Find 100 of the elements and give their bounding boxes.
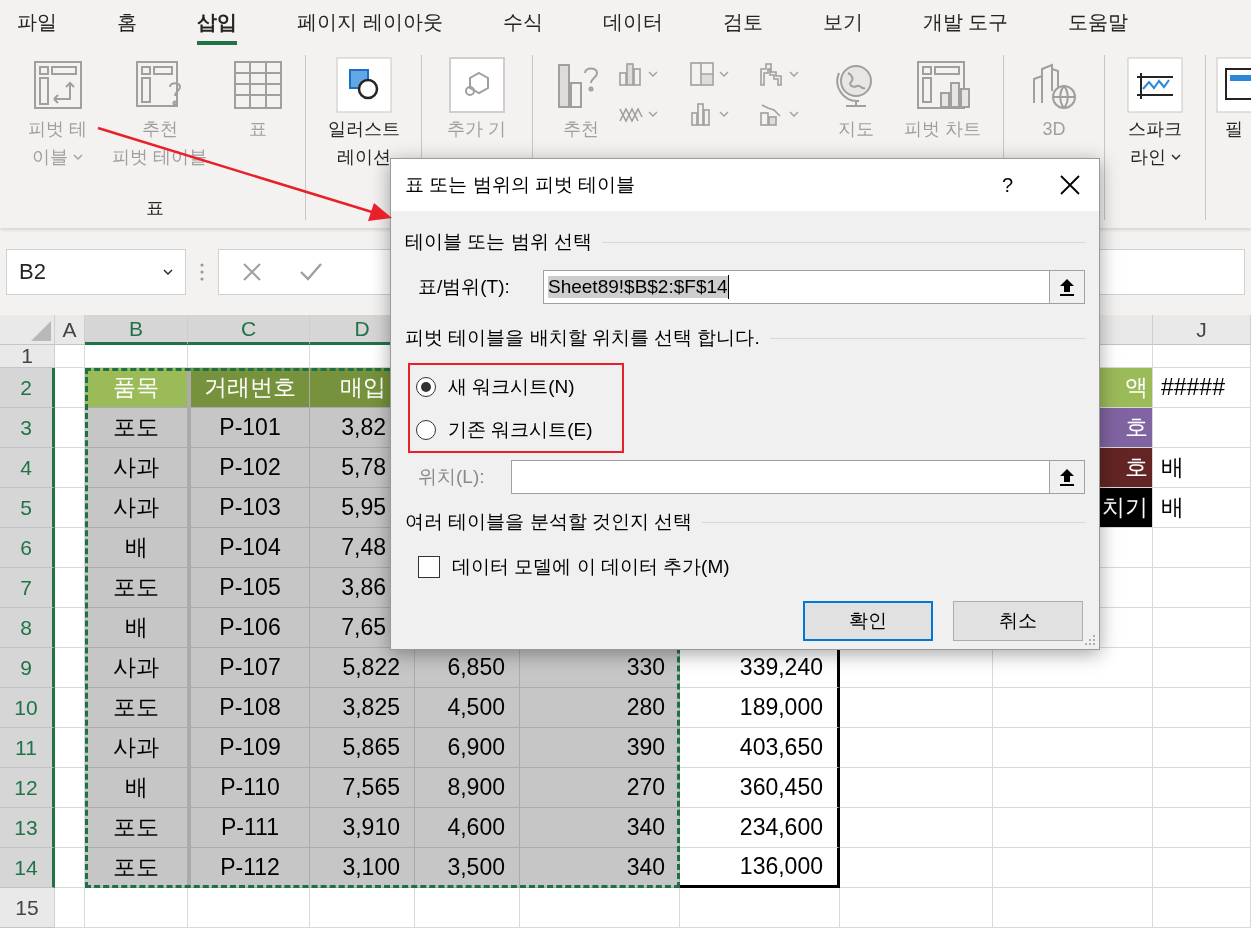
empty-cell[interactable] (840, 688, 993, 728)
check-icon[interactable] (299, 261, 323, 282)
row-header[interactable]: 2 (0, 368, 55, 408)
column-header[interactable]: J (1153, 315, 1251, 345)
row-header[interactable]: 14 (0, 848, 55, 888)
empty-cell[interactable] (840, 888, 993, 928)
row-header[interactable]: 7 (0, 568, 55, 608)
table-cell: 사과 (85, 728, 188, 768)
row-header[interactable]: 3 (0, 408, 55, 448)
close-icon[interactable] (1059, 174, 1081, 196)
table-cell: 280 (520, 688, 680, 728)
empty-cell[interactable] (1153, 568, 1251, 608)
dialog-title: 표 또는 범위의 피벗 테이블 (405, 173, 637, 197)
empty-cell[interactable] (188, 888, 310, 928)
column-header[interactable]: A (55, 315, 85, 345)
ribbon-button[interactable]: 일러스트 레이션 (316, 55, 411, 171)
menu-tab[interactable]: 보기 (822, 0, 863, 45)
empty-cell[interactable] (840, 728, 993, 768)
menu-tab[interactable]: 검토 (722, 0, 763, 45)
empty-cell[interactable] (1153, 648, 1251, 688)
empty-cell[interactable] (993, 728, 1153, 768)
menu-tab[interactable]: 수식 (502, 0, 543, 45)
table-cell: 340 (520, 848, 680, 888)
table-cell: 403,650 (680, 728, 840, 768)
collapse-button[interactable] (1049, 270, 1085, 304)
radio-icon[interactable] (416, 376, 436, 397)
column-header[interactable]: B (85, 315, 188, 345)
ribbon-button[interactable]: 스파크 라인 (1115, 55, 1195, 171)
empty-cell[interactable] (1153, 848, 1251, 888)
empty-cell[interactable] (840, 768, 993, 808)
ribbon-button[interactable]: 필 (1216, 55, 1251, 143)
radio-option[interactable]: 새 워크시트(N) (416, 365, 616, 408)
select-all-icon[interactable] (31, 321, 51, 341)
empty-cell[interactable] (993, 888, 1153, 928)
help-button[interactable]: ? (1001, 173, 1013, 197)
empty-cell[interactable] (1153, 888, 1251, 928)
empty-cell[interactable] (1153, 688, 1251, 728)
cancel-icon[interactable] (241, 260, 263, 283)
row-header[interactable]: 13 (0, 808, 55, 848)
caret-icon (73, 154, 83, 160)
field-label: 위치(L): (417, 465, 486, 489)
table-cell: 189,000 (680, 688, 840, 728)
radio-option[interactable]: 기존 워크시트(E) (416, 408, 616, 451)
field-label: 표/범위(T): (417, 275, 511, 299)
empty-cell[interactable] (993, 768, 1153, 808)
empty-cell[interactable] (680, 888, 840, 928)
empty-cell[interactable] (993, 688, 1153, 728)
radio-icon[interactable] (416, 419, 436, 440)
menu-tab[interactable]: 개발 도구 (922, 0, 1009, 45)
dialog-button[interactable]: 취소 (953, 601, 1083, 641)
table-cell: 136,000 (680, 848, 840, 888)
empty-cell[interactable] (993, 848, 1153, 888)
empty-cell[interactable] (1153, 728, 1251, 768)
empty-cell[interactable] (1153, 608, 1251, 648)
dialog-button[interactable]: 확인 (803, 601, 933, 641)
empty-cell[interactable] (85, 888, 188, 928)
empty-cell[interactable] (1153, 345, 1251, 368)
table-cell: 6,850 (415, 648, 520, 688)
menu-tab[interactable]: 파일 (17, 0, 57, 45)
table-cell: 배 (85, 528, 188, 568)
header-cell: 거래번호 (188, 368, 310, 408)
row-header[interactable]: 9 (0, 648, 55, 688)
location-field[interactable] (511, 460, 1050, 494)
table-cell: 배 (85, 608, 188, 648)
empty-cell[interactable] (1153, 808, 1251, 848)
shapes-icon (335, 57, 392, 113)
row-header[interactable]: 1 (0, 345, 55, 368)
name-box[interactable]: B2 (6, 248, 186, 295)
row-header[interactable]: 6 (0, 528, 55, 568)
row-header[interactable]: 11 (0, 728, 55, 768)
collapse-button[interactable] (1049, 460, 1085, 494)
empty-cell[interactable] (520, 888, 680, 928)
empty-cell[interactable] (840, 848, 993, 888)
grip-icon[interactable] (200, 262, 204, 281)
resize-grip-icon[interactable] (1084, 634, 1096, 646)
empty-cell[interactable] (310, 888, 415, 928)
column-header[interactable]: C (188, 315, 310, 345)
range-field[interactable]: Sheet89!$B$2:$F$14 (543, 270, 1050, 304)
empty-cell[interactable] (1153, 528, 1251, 568)
empty-cell[interactable] (415, 888, 520, 928)
checkbox[interactable] (418, 556, 440, 578)
row-header[interactable]: 10 (0, 688, 55, 728)
menu-tab[interactable]: 도움말 (1068, 0, 1129, 45)
menu-tab[interactable]: 홈 (117, 0, 137, 45)
row-header[interactable]: 5 (0, 488, 55, 528)
table-cell: 포도 (85, 808, 188, 848)
row-header[interactable]: 4 (0, 448, 55, 488)
menu-tab[interactable]: 데이터 (602, 0, 663, 45)
empty-cell[interactable] (840, 808, 993, 848)
empty-cell[interactable] (1153, 768, 1251, 808)
table-cell: 3,910 (310, 808, 415, 848)
empty-cell[interactable] (55, 888, 85, 928)
empty-cell[interactable] (993, 808, 1153, 848)
caret-icon (718, 71, 729, 77)
table-cell: 270 (520, 768, 680, 808)
row-header[interactable]: 15 (0, 888, 55, 928)
section-heading: 테이블 또는 범위 선택 (405, 230, 592, 254)
row-header[interactable]: 12 (0, 768, 55, 808)
row-header[interactable]: 8 (0, 608, 55, 648)
menu-tab[interactable]: 페이지 레이아웃 (297, 0, 443, 45)
